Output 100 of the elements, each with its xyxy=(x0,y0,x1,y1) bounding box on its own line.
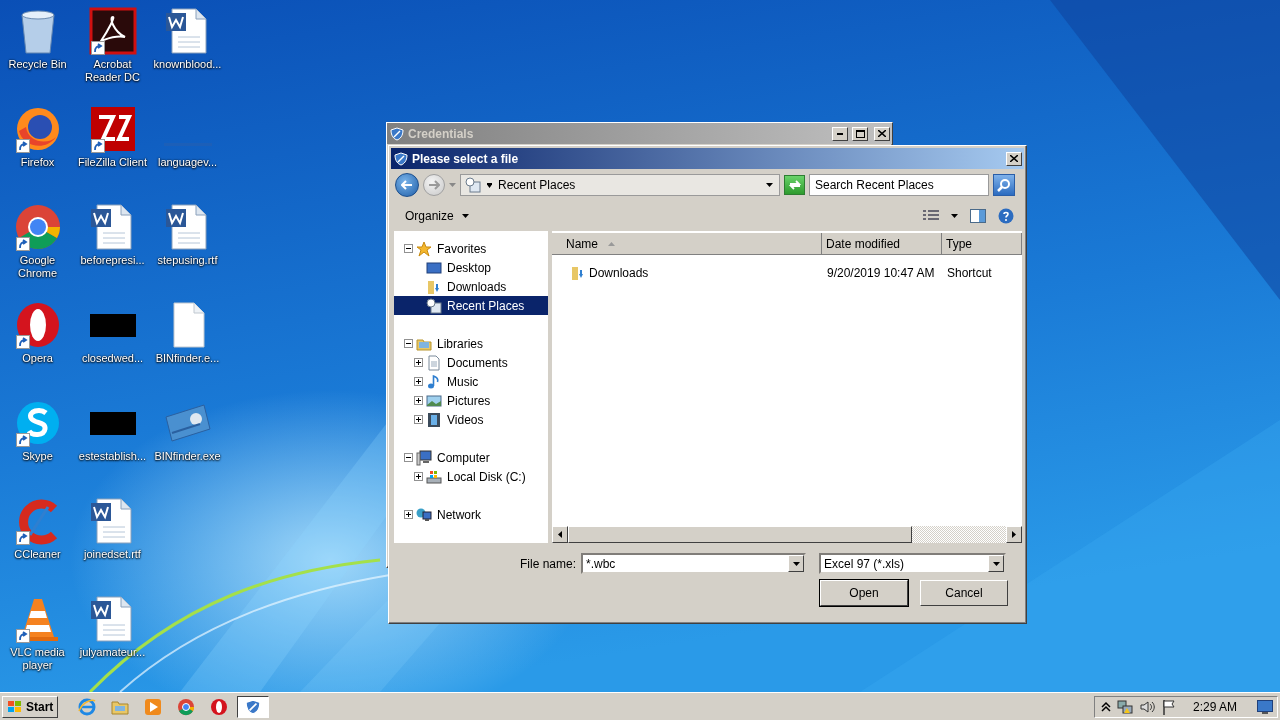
speaker-icon[interactable] xyxy=(1138,698,1155,715)
expand-toggle[interactable] xyxy=(414,358,423,367)
network-icon[interactable] xyxy=(1116,698,1133,715)
chrome-icon xyxy=(13,203,62,251)
plus-icon xyxy=(406,512,411,517)
tree-item[interactable]: Music xyxy=(394,372,548,391)
clock[interactable]: 2:29 AM xyxy=(1192,699,1237,714)
preview-pane-button[interactable] xyxy=(968,207,988,225)
acrobat-icon xyxy=(88,7,137,55)
views-dropdown[interactable] xyxy=(949,212,960,220)
caret-icon xyxy=(766,183,773,187)
back-button[interactable] xyxy=(395,173,419,197)
scroll-right-button[interactable] xyxy=(1006,526,1022,543)
expand-toggle[interactable] xyxy=(414,415,423,424)
close-button[interactable] xyxy=(1006,151,1022,166)
film-icon xyxy=(426,411,442,428)
desktop-icon-label[interactable]: Acrobat Reader DC xyxy=(75,58,150,84)
desktop-icon-label[interactable]: BINfinder.e... xyxy=(155,352,220,365)
desktop-icon-label[interactable]: CCleaner xyxy=(14,548,61,561)
search-field[interactable]: Search Recent Places xyxy=(809,174,989,196)
right-arrow-icon xyxy=(428,180,440,190)
taskbar-button[interactable] xyxy=(237,695,270,718)
expand-toggle[interactable] xyxy=(414,396,423,405)
browser-e-icon xyxy=(78,697,97,716)
horizontal-scrollbar[interactable] xyxy=(552,526,1022,543)
media-player-icon xyxy=(144,697,163,716)
close-icon xyxy=(878,130,886,137)
breadcrumb-arrow-icon xyxy=(487,181,492,189)
document-icon xyxy=(426,354,442,371)
plus-icon xyxy=(416,417,421,422)
desktop-icon-label[interactable]: estestablish... xyxy=(78,450,147,463)
plus-icon xyxy=(416,360,421,365)
tree-item[interactable]: Documents xyxy=(394,353,548,372)
maximize-button[interactable] xyxy=(852,126,868,141)
collapse-toggle[interactable] xyxy=(404,339,413,348)
windows-logo-icon xyxy=(7,699,23,714)
dropdown-button[interactable] xyxy=(988,555,1004,572)
column-header[interactable]: Date modified xyxy=(822,233,942,255)
search-button[interactable] xyxy=(993,174,1015,196)
expand-toggle[interactable] xyxy=(414,472,423,481)
minus-icon xyxy=(406,455,411,460)
folder-download-icon xyxy=(570,264,586,281)
search-icon xyxy=(997,178,1011,192)
organize-button[interactable]: Organize xyxy=(403,207,471,225)
tree-item[interactable]: Favorites xyxy=(394,239,548,258)
tree-item[interactable]: Computer xyxy=(394,448,548,467)
address-bar[interactable]: Recent Places xyxy=(460,174,780,196)
preview-pane-icon xyxy=(970,209,986,223)
show-desktop-icon[interactable] xyxy=(1257,699,1273,714)
desktop-icon-label[interactable]: FileZilla Client xyxy=(77,156,148,169)
tree-item[interactable]: Libraries xyxy=(394,334,548,353)
open-button[interactable]: Open xyxy=(820,580,908,606)
tree-item[interactable]: Pictures xyxy=(394,391,548,410)
desktop-icon-label[interactable]: Firefox xyxy=(20,156,55,169)
desktop-icon-label[interactable]: knownblood... xyxy=(153,58,222,71)
desktop-icon-label[interactable]: Google Chrome xyxy=(0,254,75,280)
column-header[interactable]: Name xyxy=(552,233,822,255)
refresh-button[interactable] xyxy=(784,175,805,195)
expand-toggle[interactable] xyxy=(414,377,423,386)
tree-item[interactable]: Recent Places xyxy=(394,296,548,315)
tree-item[interactable]: Videos xyxy=(394,410,548,429)
minus-icon xyxy=(406,341,411,346)
desktop-icon-label[interactable]: languagev... xyxy=(157,156,218,169)
start-button[interactable]: Start xyxy=(2,695,59,718)
scroll-left-button[interactable] xyxy=(552,526,568,543)
flag-icon[interactable] xyxy=(1160,698,1177,715)
close-button[interactable] xyxy=(874,126,890,141)
minimize-button[interactable] xyxy=(832,126,848,141)
desktop-icon-label[interactable]: Opera xyxy=(22,352,53,365)
collapse-toggle[interactable] xyxy=(404,244,413,253)
tree-item[interactable]: Network xyxy=(394,505,548,524)
cancel-button[interactable]: Cancel xyxy=(920,580,1008,606)
tree-item[interactable]: Downloads xyxy=(394,277,548,296)
shield-icon xyxy=(390,126,404,141)
shield-icon xyxy=(245,698,262,715)
maximize-icon xyxy=(855,129,865,138)
expand-toggle[interactable] xyxy=(404,510,413,519)
help-button[interactable] xyxy=(996,206,1016,226)
shield-icon xyxy=(394,151,408,166)
disk-drive-icon xyxy=(426,468,442,485)
collapse-toggle[interactable] xyxy=(404,453,413,462)
help-icon xyxy=(998,208,1014,224)
dropdown-button[interactable] xyxy=(788,555,804,572)
computer-icon xyxy=(416,449,432,466)
scroll-thumb[interactable] xyxy=(568,526,912,543)
tree-item[interactable]: Desktop xyxy=(394,258,548,277)
tree-item[interactable]: Local Disk (C:) xyxy=(394,467,548,486)
plus-icon xyxy=(416,398,421,403)
file-type-dropdown[interactable]: Excel 97 (*.xls) xyxy=(819,553,1006,574)
column-header[interactable]: Type xyxy=(942,233,1022,255)
desktop-icon-label[interactable]: closedwed... xyxy=(81,352,144,365)
desktop-icon-label[interactable]: beforepresi... xyxy=(80,254,145,267)
desktop-icon-label[interactable]: Skype xyxy=(22,450,53,463)
file-name-field[interactable]: *.wbc xyxy=(581,553,806,574)
file-row[interactable]: Downloads 9/20/2019 10:47 AM Shortcut xyxy=(552,263,1022,282)
recent-places-icon xyxy=(426,297,442,314)
desktop-icon-label[interactable]: stepusing.rtf xyxy=(157,254,218,267)
sort-arrow-icon xyxy=(608,241,615,246)
minus-icon xyxy=(406,246,411,251)
desktop-icon-label[interactable]: Recycle Bin xyxy=(8,58,67,71)
